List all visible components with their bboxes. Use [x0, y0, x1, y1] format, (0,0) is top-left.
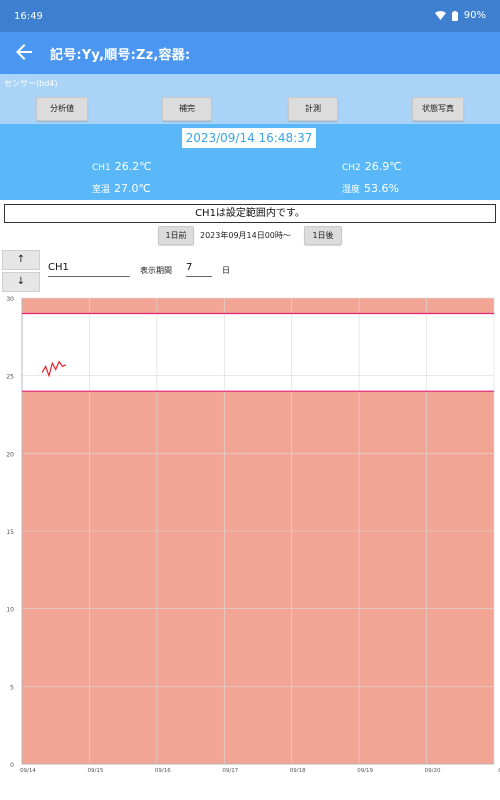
period-label: 表示期間 [140, 266, 172, 275]
display-start-date: 2023年09月14日00時〜 [200, 231, 291, 240]
previous-day-button[interactable]: 1日前 [158, 226, 194, 245]
x-tick-label: 09/15 [87, 768, 103, 774]
room-temp-value: 27.0℃ [114, 182, 151, 195]
analysis-value-button[interactable]: 分析値 [36, 97, 88, 121]
status-bar: 16:49 90% [0, 0, 500, 32]
next-day-button[interactable]: 1日後 [304, 226, 342, 245]
complement-button[interactable]: 補完 [162, 97, 212, 121]
sensor-panel: センサー(bd4) 分析値 補完 計測 状態写真 [0, 74, 500, 124]
period-unit: 日 [222, 266, 230, 275]
y-tick-label: 25 [6, 374, 14, 381]
back-arrow-icon[interactable] [12, 40, 36, 64]
status-icons: 90% [434, 10, 486, 21]
app-bar: 記号:Yy,順号:Zz,容器: [0, 32, 500, 74]
room-temp-label: 室温 [92, 185, 111, 195]
ch1-reading: CH1 26.2℃ [92, 160, 152, 173]
y-tick-label: 20 [6, 451, 14, 458]
chart-svg: 0 5 10 15 20 25 30 09/14 09/15 09/16 09/17 09/18 09/… [6, 296, 500, 774]
ch1-value: 26.2℃ [114, 160, 152, 173]
humidity-label: 湿度 [342, 185, 361, 195]
ch2-label: CH2 [342, 163, 361, 173]
x-tick-label: 09/16 [155, 768, 171, 774]
lower-alarm-band [22, 391, 494, 764]
x-tick-label: 09/14 [20, 768, 36, 774]
readings-panel: 2023/09/14 16:48:37 CH1 26.2℃ CH2 26.9℃ 室温… [0, 124, 500, 200]
scroll-down-button[interactable]: ↓ [2, 272, 40, 292]
measurement-datetime: 2023/09/14 16:48:37 [182, 128, 316, 148]
battery-percent: 90% [463, 10, 486, 21]
range-status-message: CH1は設定範囲内です。 [4, 204, 496, 223]
ch2-reading: CH2 26.9℃ [342, 160, 402, 173]
ch1-label: CH1 [92, 163, 111, 173]
y-tick-label: 30 [6, 296, 14, 303]
sensor-label: センサー(bd4) [4, 79, 58, 88]
upper-alarm-band [22, 298, 494, 314]
temperature-chart: 0 5 10 15 20 25 30 09/14 09/15 09/16 09/17 09/18 09/… [0, 292, 500, 782]
humidity-reading: 湿度 53.6% [342, 182, 399, 195]
wifi-icon [434, 11, 446, 20]
status-photo-button[interactable]: 状態写真 [412, 97, 464, 121]
page-title: 記号:Yy,順号:Zz,容器: [50, 48, 191, 63]
scroll-up-button[interactable]: ↑ [2, 250, 40, 270]
y-tick-label: 0 [10, 762, 14, 769]
x-tick-label: 09/20 [425, 768, 441, 774]
ch2-value: 26.9℃ [364, 160, 402, 173]
room-temp-reading: 室温 27.0℃ [92, 182, 151, 195]
navigation-bar [0, 784, 500, 800]
x-tick-label: 09/19 [357, 768, 373, 774]
battery-icon [451, 10, 458, 21]
period-input[interactable]: 7 [186, 262, 212, 277]
humidity-value: 53.6% [364, 182, 399, 195]
x-tick-label: 09/17 [222, 768, 238, 774]
status-time: 16:49 [14, 11, 43, 22]
y-tick-label: 15 [6, 529, 14, 536]
channel-select[interactable]: CH1 [48, 262, 130, 277]
y-tick-label: 5 [10, 684, 14, 691]
measure-button[interactable]: 計測 [288, 97, 338, 121]
x-tick-label: 09/18 [290, 768, 306, 774]
y-tick-label: 10 [6, 607, 14, 614]
